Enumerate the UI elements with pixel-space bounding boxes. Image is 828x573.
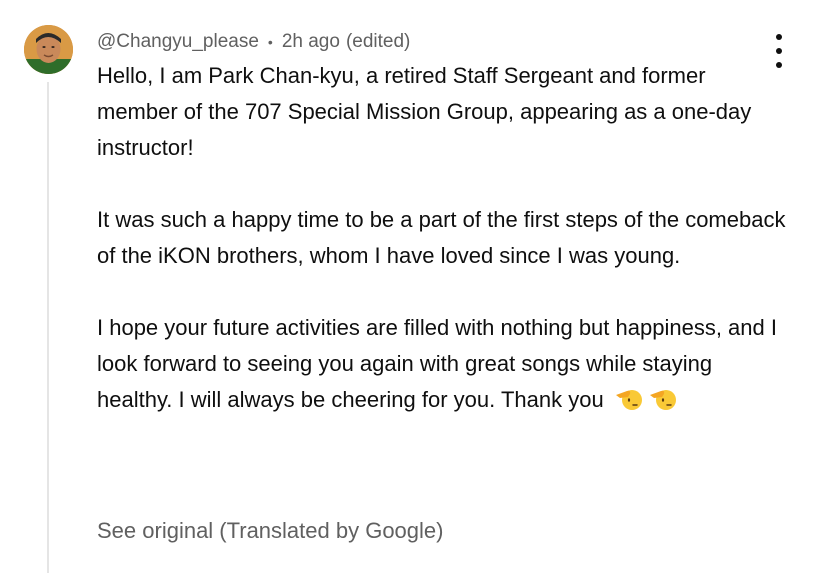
avatar[interactable] (24, 25, 73, 74)
edited-label: (edited) (345, 31, 411, 52)
comment-paragraph-2: It was such a happy time to be a part of… (97, 207, 786, 268)
comment-text: Hello, I am Park Chan-kyu, a retired Sta… (97, 58, 787, 422)
avatar-image (24, 25, 73, 74)
saluting-face-icon (648, 385, 678, 422)
timestamp[interactable]: 2h ago (282, 31, 340, 53)
saluting-face-icon (614, 385, 644, 422)
author-name[interactable]: @Changyu_please (97, 31, 259, 53)
see-original-link[interactable]: See original (Translated by Google) (97, 518, 443, 544)
vertical-ellipsis-icon (776, 34, 782, 40)
thread-line (47, 82, 49, 573)
comment-paragraph-3: I hope your future activities are filled… (97, 310, 787, 422)
vertical-ellipsis-icon-dot (776, 48, 782, 54)
separator-dot: • (267, 34, 273, 50)
comment-paragraph-1: Hello, I am Park Chan-kyu, a retired Sta… (97, 63, 752, 160)
comment-header: @Changyu_please • 2h ago (edited) (97, 30, 410, 54)
